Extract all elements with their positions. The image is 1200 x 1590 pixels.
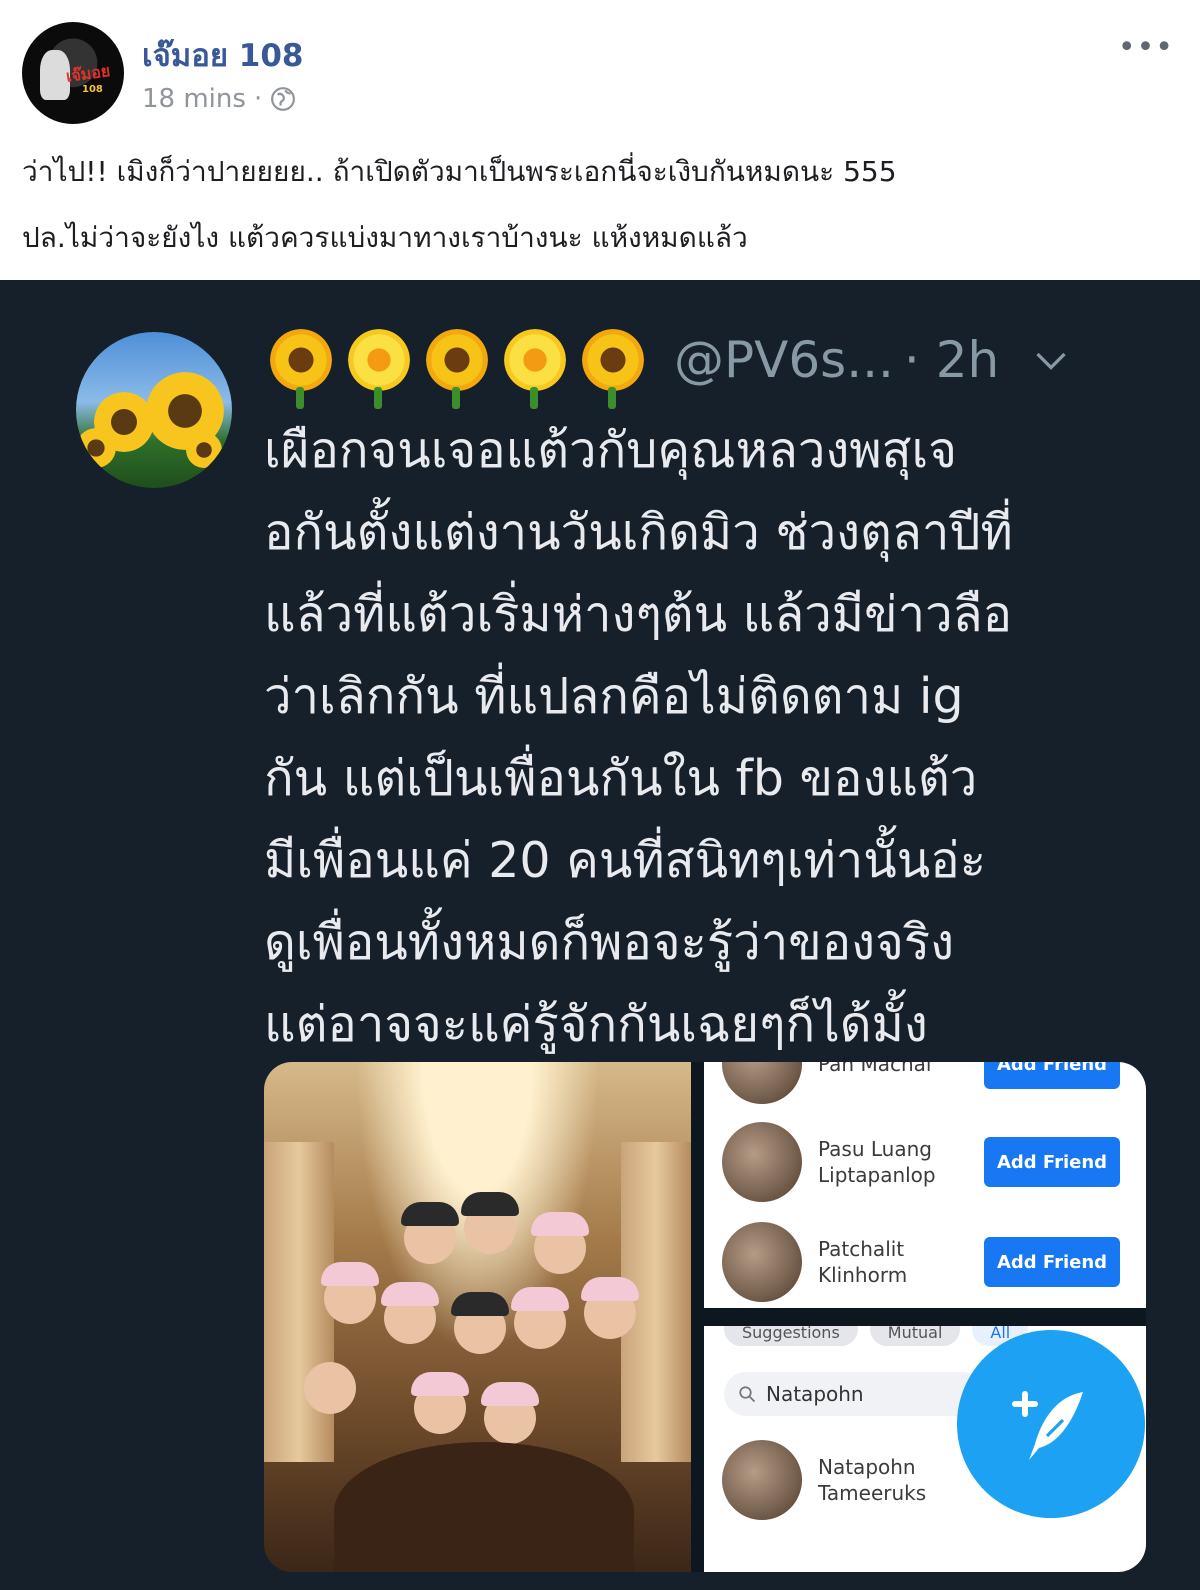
tweet-handle[interactable]: @PV6s... <box>674 331 894 389</box>
friend-avatar <box>722 1062 802 1104</box>
tweet-line-4: ว่าเลิกกัน ที่แปลกคือไม่ติดตาม ig <box>264 668 964 725</box>
sunflower-icon <box>426 329 488 409</box>
tweet-screenshot: @PV6s... · 2h เผือกจนเจอแต้วกับคุณหลวงพส… <box>0 280 1200 1590</box>
cap <box>531 1212 589 1236</box>
tweet-line-8: แต่อาจจะแค่รู้จักกันเฉยๆก็ได้มั้ง <box>264 996 928 1053</box>
globe-icon[interactable] <box>270 86 296 112</box>
compose-tweet-icon <box>1012 1391 1083 1460</box>
cap <box>581 1277 639 1301</box>
tweet-line-2: อกันตั้งแต่งานวันเกิดมิว ช่วงตุลาปีที่ <box>264 504 1013 561</box>
search-icon <box>739 1386 756 1403</box>
friend-tabs: Suggestions Mutual All <box>724 1326 1029 1346</box>
friend-avatar <box>722 1122 802 1202</box>
tweet-line-1: เผือกจนเจอแต้วกับคุณหลวงพสุเจ <box>264 422 958 479</box>
facebook-post-header: เจ๊มอย 108 เจ๊มอย 108 18 mins · ••• ว่าไ… <box>0 0 1200 280</box>
tab-mutual[interactable]: Mutual <box>869 1326 961 1346</box>
tweet-line-3: แล้วที่แต้วเริ่มห่างๆต้น แล้วมีข่าวลือ <box>264 586 1013 643</box>
friend-row[interactable]: Patchalit Klinhorm Add Friend <box>722 1220 1132 1304</box>
friend-name: Pasu Luang Liptapanlop <box>818 1137 936 1187</box>
post-text-line-2: ปล.ไม่ว่าจะยังไง แต้วควรแบ่งมาทางเราบ้าง… <box>22 221 748 254</box>
tab-suggestions[interactable]: Suggestions <box>724 1326 858 1346</box>
compose-tweet-button[interactable] <box>957 1330 1145 1518</box>
post-text-line-1: ว่าไป!! เมิงก็ว่าปายยยย.. ถ้าเปิดตัวมาเป… <box>22 155 897 188</box>
friend-avatar <box>722 1440 802 1520</box>
add-friend-button[interactable]: Add Friend <box>984 1237 1120 1287</box>
friend-name: Pan Machai <box>818 1062 932 1076</box>
avatar-logo-sub: 108 <box>82 84 103 95</box>
add-friend-button[interactable]: Add Friend <box>984 1062 1120 1089</box>
round-table <box>334 1442 634 1572</box>
sunflower-icon <box>270 329 332 409</box>
tweet-line-7: ดูเพื่อนทั้งหมดก็พอจะรู้ว่าของจริง <box>264 914 955 971</box>
friend-search-input[interactable]: Natapohn <box>724 1372 984 1416</box>
time-separator: · <box>253 84 263 114</box>
sunflower-shape <box>76 428 116 468</box>
cap <box>451 1292 509 1316</box>
tweet-line-6: มีเพื่อนแค่ 20 คนที่สนิทๆเท่านั้นอ่ะ <box>264 832 987 889</box>
post-meta: 18 mins · <box>142 84 296 114</box>
post-time[interactable]: 18 mins <box>142 84 246 114</box>
friend-list-panel: Pan Machai Add Friend Pasu Luang Liptapa… <box>704 1062 1146 1308</box>
cap <box>381 1282 439 1306</box>
friend-name: Natapohn Tameeruks <box>818 1455 927 1505</box>
tweet-body: เผือกจนเจอแต้วกับคุณหลวงพสุเจ อกันตั้งแต… <box>264 410 1164 1066</box>
person-head <box>304 1362 356 1414</box>
add-friend-button[interactable]: Add Friend <box>984 1137 1120 1187</box>
group-photo[interactable] <box>264 1062 691 1572</box>
blossom-icon <box>348 329 410 409</box>
cap <box>401 1202 459 1226</box>
cap <box>461 1192 519 1216</box>
cap <box>321 1262 379 1286</box>
chevron-down-icon[interactable] <box>1033 342 1069 378</box>
display-name-emojis <box>270 329 644 409</box>
tweet-header: @PV6s... · 2h <box>270 320 1069 409</box>
sunflower-shape <box>186 432 222 468</box>
sunflower-icon <box>582 329 644 409</box>
author-name[interactable]: เจ๊มอย 108 <box>142 30 303 80</box>
author-avatar[interactable]: เจ๊มอย 108 <box>22 22 124 124</box>
friend-row[interactable]: Pan Machai Add Friend <box>722 1062 1132 1106</box>
friend-name: Patchalit Klinhorm <box>818 1237 908 1287</box>
cap <box>481 1382 539 1406</box>
cap <box>411 1372 469 1396</box>
tweet-line-5: กัน แต่เป็นเพื่อนกันใน fb ของแต้ว <box>264 750 978 807</box>
blossom-icon <box>504 329 566 409</box>
tweet-author-avatar[interactable] <box>76 332 232 488</box>
more-icon[interactable]: ••• <box>1118 30 1174 65</box>
friend-avatar <box>722 1222 802 1302</box>
friend-row[interactable]: Pasu Luang Liptapanlop Add Friend <box>722 1120 1132 1204</box>
tweet-time[interactable]: · 2h <box>904 331 999 389</box>
cap <box>511 1287 569 1311</box>
search-query: Natapohn <box>766 1382 864 1406</box>
